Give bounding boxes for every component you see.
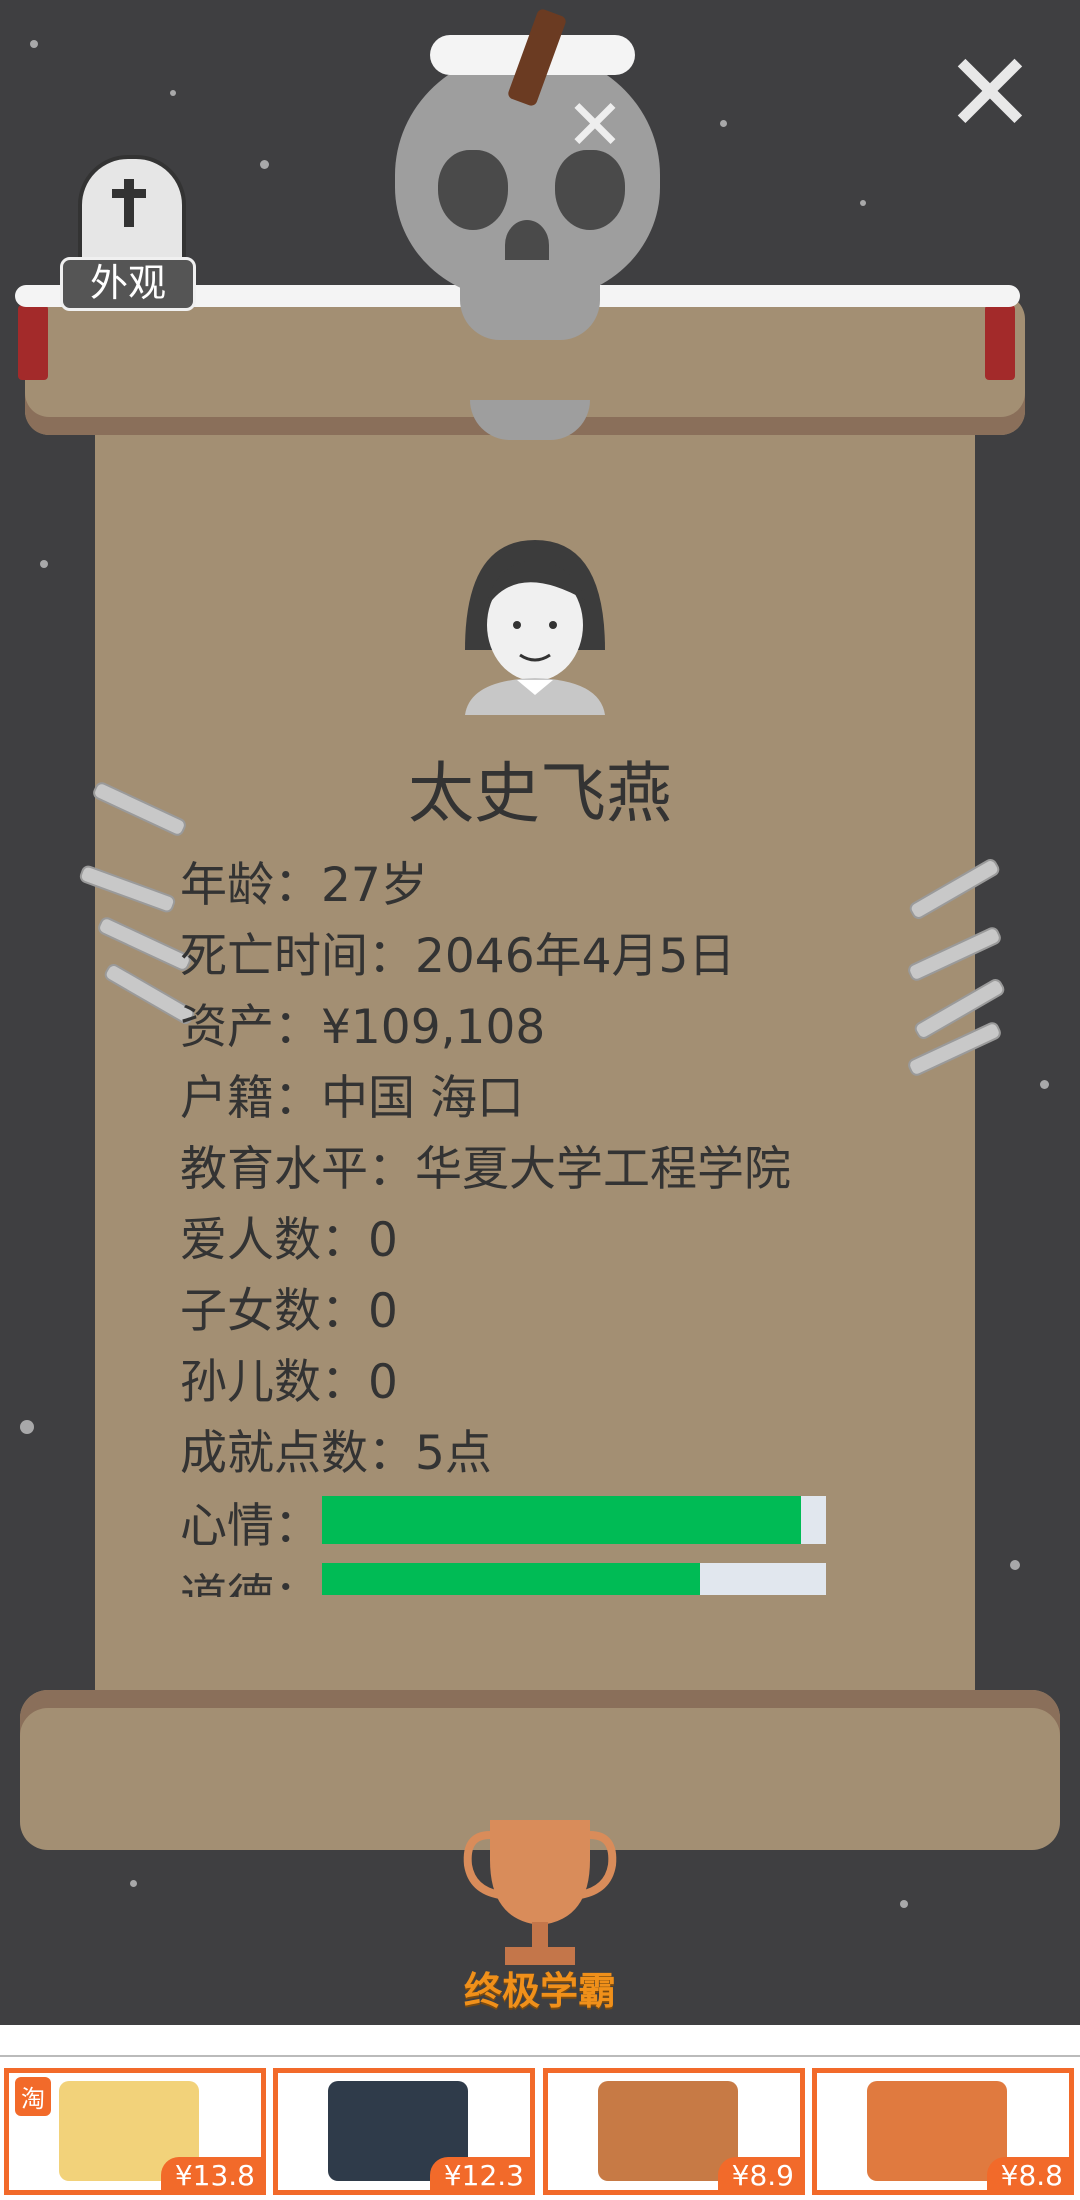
- morality-bar-fill: [322, 1563, 700, 1595]
- snowflake: [130, 1880, 137, 1887]
- ad-banner: 淘 ¥13.8 ¥12.3 ¥8.9 ¥8.8: [0, 2025, 1080, 2200]
- children-count-text: 子女数：0: [180, 1284, 398, 1339]
- hometown-text: 户籍：中国 海口: [180, 1071, 524, 1126]
- appearance-button[interactable]: 外观: [60, 155, 196, 311]
- death-time-text: 死亡时间：2046年4月5日: [180, 929, 736, 984]
- appearance-label: 外观: [60, 257, 196, 311]
- product-image: [867, 2081, 1007, 2181]
- snowflake: [1040, 1080, 1049, 1089]
- scroll-ribbon-right: [985, 305, 1015, 380]
- ad-price: ¥13.8: [160, 2157, 261, 2190]
- snowflake: [860, 200, 866, 206]
- avatar: [465, 540, 605, 715]
- lovers-count-text: 爱人数：0: [180, 1213, 398, 1268]
- ad-item[interactable]: ¥12.3: [273, 2068, 535, 2195]
- divider: [0, 2055, 1080, 2057]
- product-image: [598, 2081, 738, 2181]
- snowflake: [20, 1420, 34, 1434]
- snowflake: [170, 90, 176, 96]
- mood-label: 心情：: [180, 1499, 321, 1554]
- grandchildren-count-text: 孙儿数：0: [180, 1355, 398, 1410]
- mood-bar: [322, 1496, 826, 1544]
- ad-item[interactable]: ¥8.8: [812, 2068, 1074, 2195]
- age-text: 年龄：27岁: [180, 858, 428, 913]
- snowflake: [720, 120, 727, 127]
- snowflake: [40, 560, 48, 568]
- education-text: 教育水平：华夏大学工程学院: [180, 1142, 791, 1197]
- trophy-title[interactable]: 终极学霸: [0, 1960, 1080, 2015]
- morality-bar: [322, 1563, 826, 1595]
- snowflake: [260, 160, 269, 169]
- character-name: 太史飞燕: [408, 755, 672, 832]
- ad-price: ¥8.9: [717, 2157, 800, 2190]
- ad-item[interactable]: ¥8.9: [543, 2068, 805, 2195]
- snowflake: [900, 1900, 908, 1908]
- assets-text: 资产：¥109,108: [180, 1000, 546, 1055]
- snowflake: [1010, 1560, 1020, 1570]
- scroll-ribbon-left: [18, 305, 48, 380]
- mood-bar-fill: [322, 1496, 801, 1544]
- achievement-points-text: 成就点数：5点: [180, 1426, 492, 1481]
- ad-price: ¥8.8: [986, 2157, 1069, 2190]
- ad-item[interactable]: 淘 ¥13.8: [4, 2068, 266, 2195]
- morality-label: 道德：: [180, 1558, 321, 1597]
- ad-badge: 淘: [15, 2077, 51, 2116]
- crossed-bones-close-icon[interactable]: ✕: [935, 38, 1045, 148]
- snowflake: [30, 40, 38, 48]
- trophy-icon: [463, 1820, 617, 1965]
- ad-price: ¥12.3: [429, 2157, 530, 2190]
